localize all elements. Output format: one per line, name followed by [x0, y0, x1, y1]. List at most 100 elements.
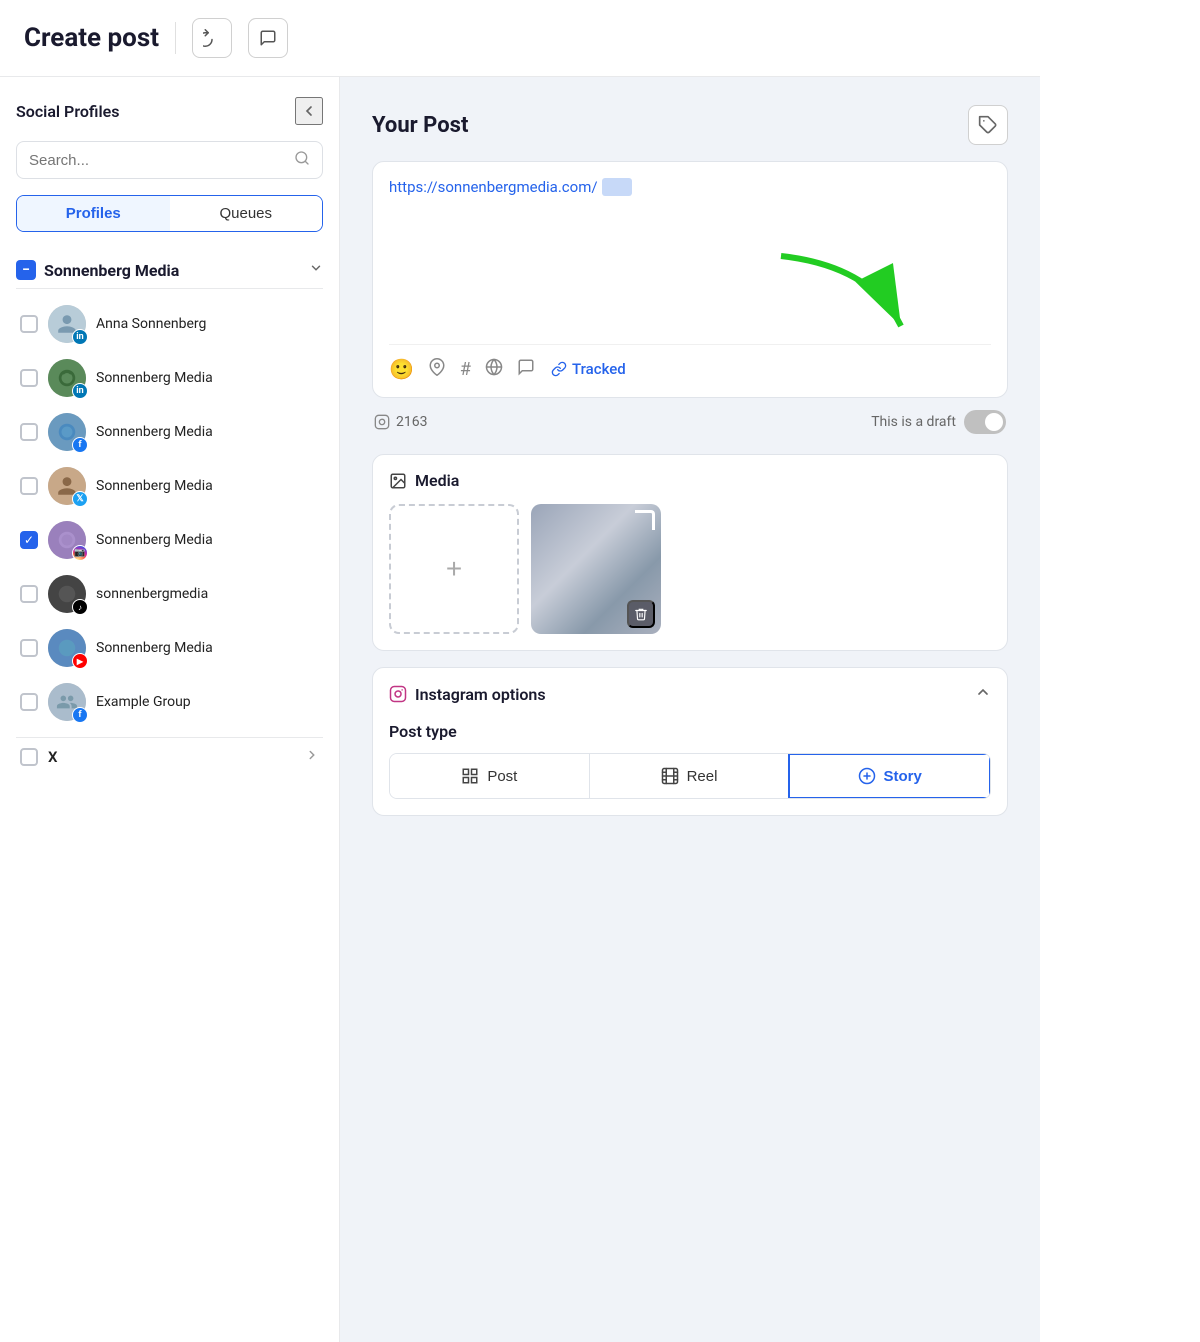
- list-item[interactable]: ♪ sonnenbergmedia: [16, 567, 323, 621]
- main-content: Your Post https://sonnenbergmedia.com/: [340, 77, 1040, 1342]
- globe-icon[interactable]: [485, 357, 503, 381]
- group-header[interactable]: − Sonnenberg Media: [16, 252, 323, 289]
- avatar: 𝕏: [48, 467, 86, 505]
- avatar: 📷: [48, 521, 86, 559]
- location-icon[interactable]: [428, 357, 446, 381]
- tab-group: Profiles Queues: [16, 195, 323, 232]
- avatar: in: [48, 359, 86, 397]
- post-type-reel-button[interactable]: Reel: [590, 754, 790, 798]
- composer-toolbar: 🙂 #: [389, 344, 991, 381]
- ig-options-title: Instagram options: [389, 685, 546, 704]
- profile-name: Sonnenberg Media: [96, 478, 213, 494]
- avatar: f: [48, 683, 86, 721]
- list-item[interactable]: 𝕏 Sonnenberg Media: [16, 459, 323, 513]
- post-type-post-button[interactable]: Post: [390, 754, 590, 798]
- media-corner-icon: [635, 510, 655, 530]
- network-badge-youtube: ▶: [72, 653, 88, 669]
- post-type-story-label: Story: [884, 768, 922, 785]
- group-chevron-icon: [309, 261, 323, 279]
- comment-icon[interactable]: [517, 357, 535, 381]
- search-icon: [294, 150, 310, 170]
- profile-checkbox-4[interactable]: [20, 477, 38, 495]
- list-item[interactable]: in Sonnenberg Media: [16, 351, 323, 405]
- post-type-story-button[interactable]: Story: [788, 753, 991, 799]
- tag-button[interactable]: [968, 105, 1008, 145]
- draft-label: This is a draft: [871, 414, 956, 430]
- profile-name: Sonnenberg Media: [96, 640, 213, 656]
- profile-name: Example Group: [96, 694, 191, 710]
- network-badge-facebook: f: [72, 707, 88, 723]
- media-add-button[interactable]: +: [389, 504, 519, 634]
- media-delete-button[interactable]: [627, 600, 655, 628]
- media-add-icon: +: [446, 553, 462, 585]
- post-char-count: 2163: [374, 414, 427, 430]
- extra-group-label: X: [48, 748, 295, 766]
- profile-name: Anna Sonnenberg: [96, 316, 206, 332]
- toggle-knob: [985, 413, 1003, 431]
- avatar: ▶: [48, 629, 86, 667]
- network-badge-linkedin: in: [72, 383, 88, 399]
- tab-profiles[interactable]: Profiles: [17, 196, 170, 231]
- list-item[interactable]: in Anna Sonnenberg: [16, 297, 323, 351]
- profile-checkbox-5[interactable]: ✓: [20, 531, 38, 549]
- composer-area: https://sonnenbergmedia.com/: [389, 178, 991, 381]
- sidebar-title: Social Profiles: [16, 102, 119, 121]
- group-collapse-icon: −: [16, 260, 36, 280]
- tab-queues[interactable]: Queues: [170, 196, 323, 231]
- chat-button[interactable]: [248, 18, 288, 58]
- post-url[interactable]: https://sonnenbergmedia.com/: [389, 178, 991, 196]
- network-badge-linkedin: in: [72, 329, 88, 345]
- list-item[interactable]: f Example Group: [16, 675, 323, 729]
- instagram-options-section: Instagram options Post type: [372, 667, 1008, 816]
- profile-checkbox-3[interactable]: [20, 423, 38, 441]
- media-thumbnail: [531, 504, 661, 634]
- tracked-link[interactable]: Tracked: [551, 360, 626, 378]
- page-title: Create post: [24, 23, 159, 53]
- profile-name: Sonnenberg Media: [96, 370, 213, 386]
- emoji-icon[interactable]: 🙂: [389, 357, 414, 381]
- extra-group-checkbox[interactable]: [20, 748, 38, 766]
- extra-group-chevron-icon: [305, 748, 319, 766]
- extra-group[interactable]: X: [16, 737, 323, 776]
- main-layout: Social Profiles Profiles Queues − Sonnen…: [0, 77, 1040, 1342]
- sidebar-collapse-button[interactable]: [295, 97, 323, 125]
- list-item[interactable]: f Sonnenberg Media: [16, 405, 323, 459]
- sidebar-header: Social Profiles: [16, 97, 323, 125]
- group-name: Sonnenberg Media: [44, 261, 301, 280]
- post-type-post-label: Post: [487, 768, 517, 785]
- profile-checkbox-2[interactable]: [20, 369, 38, 387]
- draft-switch[interactable]: [964, 410, 1006, 434]
- profile-checkbox-1[interactable]: [20, 315, 38, 333]
- hashtag-icon[interactable]: #: [460, 359, 471, 380]
- profile-checkbox-8[interactable]: [20, 693, 38, 711]
- post-type-section: Post type Post: [389, 722, 991, 799]
- sidebar: Social Profiles Profiles Queues − Sonnen…: [0, 77, 340, 1342]
- undo-button[interactable]: [192, 18, 232, 58]
- char-count-value: 2163: [396, 414, 427, 430]
- avatar: f: [48, 413, 86, 451]
- post-section-header: Your Post: [372, 105, 1008, 145]
- tracked-label: Tracked: [572, 360, 626, 378]
- media-section-title: Media: [389, 471, 991, 490]
- network-badge-instagram: 📷: [72, 545, 88, 561]
- post-type-reel-label: Reel: [687, 768, 718, 785]
- media-section: Media +: [372, 454, 1008, 651]
- profile-checkbox-7[interactable]: [20, 639, 38, 657]
- ig-options-header[interactable]: Instagram options: [389, 684, 991, 704]
- post-type-buttons: Post Reel: [389, 753, 991, 799]
- header-divider: [175, 22, 176, 54]
- network-badge-facebook: f: [72, 437, 88, 453]
- list-item[interactable]: ✓ 📷 Sonnenberg Media: [16, 513, 323, 567]
- media-title: Media: [415, 471, 459, 490]
- network-badge-tiktok: ♪: [72, 599, 88, 615]
- avatar: ♪: [48, 575, 86, 613]
- profile-checkbox-6[interactable]: [20, 585, 38, 603]
- ig-options-label: Instagram options: [415, 685, 546, 704]
- profile-name: Sonnenberg Media: [96, 424, 213, 440]
- list-item[interactable]: ▶ Sonnenberg Media: [16, 621, 323, 675]
- post-type-label: Post type: [389, 722, 991, 741]
- app-header: Create post: [0, 0, 1040, 77]
- search-input[interactable]: [29, 152, 294, 169]
- url-text: https://sonnenbergmedia.com/: [389, 178, 598, 196]
- post-composer: https://sonnenbergmedia.com/: [372, 161, 1008, 398]
